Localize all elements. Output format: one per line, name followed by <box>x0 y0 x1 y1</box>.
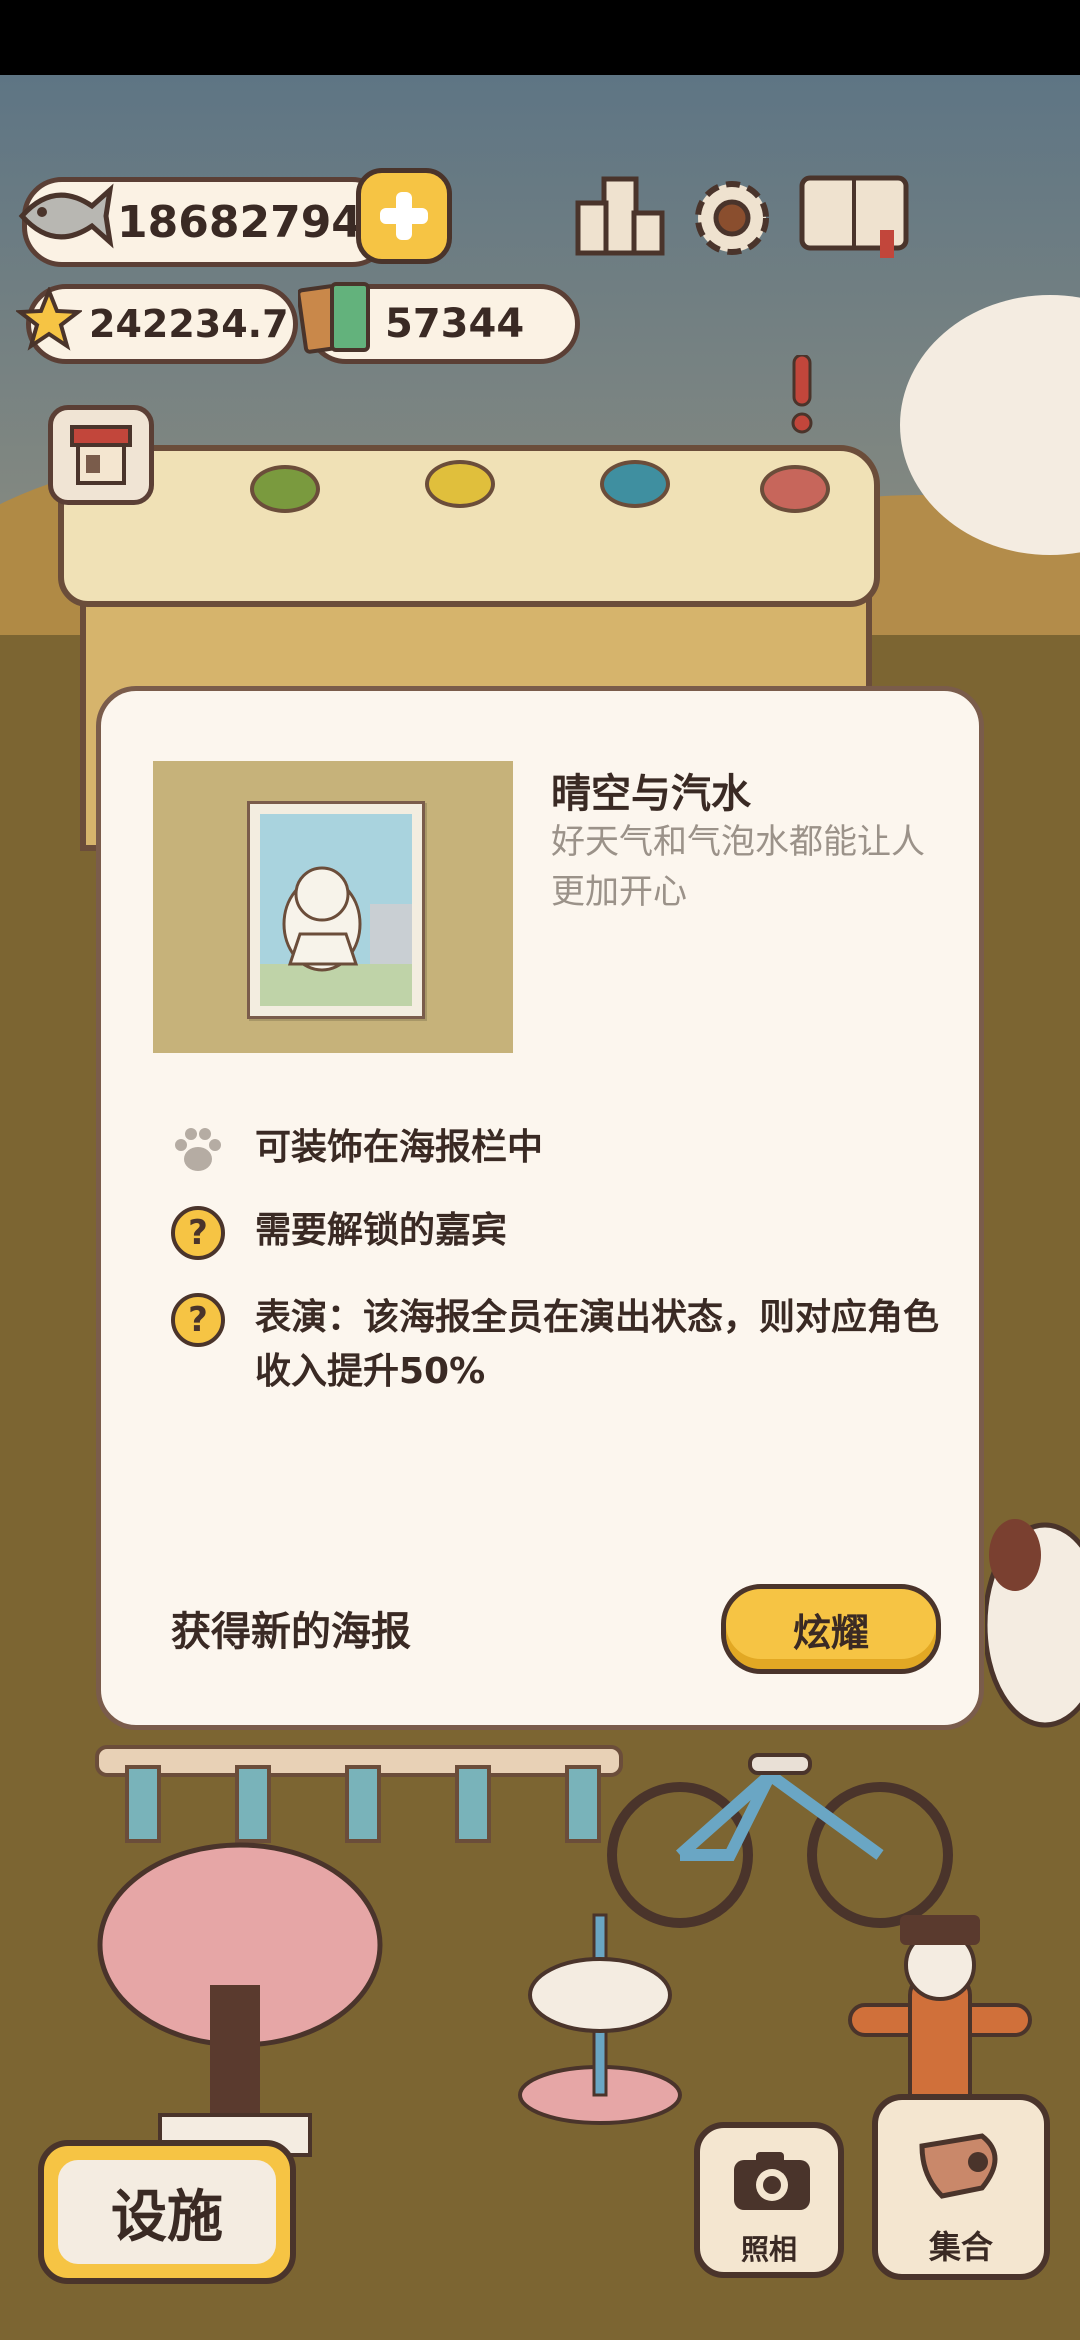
feature-row: ? 表演：该海报全员在演出状态，则对应角色收入提升50% <box>169 1291 949 1399</box>
ranking-icon[interactable] <box>574 172 666 258</box>
fish-icon <box>14 168 114 264</box>
new-poster-label: 获得新的海报 <box>171 1609 411 1655</box>
facility-button[interactable]: 设施 <box>38 2140 296 2284</box>
shop-icon[interactable] <box>48 405 154 505</box>
feature-row: ? 需要解锁的嘉宾 <box>169 1204 507 1262</box>
whistle-icon <box>912 2126 1012 2206</box>
decor-bean <box>250 465 320 513</box>
feature-text: 可装饰在海报栏中 <box>255 1127 544 1168</box>
carousel-horse <box>518 1913 682 2125</box>
question-icon: ? <box>171 1293 225 1347</box>
star-count: 242234.7 <box>89 302 289 346</box>
photo-button[interactable]: 照相 <box>694 2122 844 2278</box>
camera-icon <box>730 2148 814 2214</box>
photo-label: 照相 <box>740 2233 797 2266</box>
decor-bean <box>425 460 495 508</box>
gather-button[interactable]: 集合 <box>872 2094 1050 2280</box>
paw-icon <box>169 1121 227 1179</box>
poster-description: 好天气和气泡水都能让人更加开心 <box>551 822 925 912</box>
plus-icon[interactable] <box>356 168 452 264</box>
poster-thumbnail <box>153 761 513 1053</box>
star-icon <box>14 284 84 354</box>
feature-text: 需要解锁的嘉宾 <box>255 1210 508 1251</box>
question-icon: ? <box>171 1206 225 1260</box>
status-bar <box>0 0 1080 75</box>
guidebook-icon[interactable] <box>796 170 912 262</box>
poster-image <box>247 801 425 1019</box>
decor-bean <box>760 465 830 513</box>
fish-count: 18682794 <box>117 196 362 248</box>
decor-bean <box>600 460 670 508</box>
sakura-tree <box>97 1842 383 2157</box>
ticket-icon <box>296 276 376 362</box>
alert-icon[interactable] <box>788 353 813 435</box>
poster-dialog: 晴空与汽水 好天气和气泡水都能让人更加开心 可装饰在海报栏中 ? 需要解锁的嘉宾… <box>96 686 984 1730</box>
dog <box>985 1519 1080 1728</box>
fence <box>95 1725 623 1845</box>
show-off-button[interactable]: 炫耀 <box>721 1584 941 1674</box>
gather-label: 集合 <box>928 2228 993 2266</box>
facility-label: 设施 <box>58 2160 276 2264</box>
gear-icon[interactable] <box>686 172 778 264</box>
ticket-count: 57344 <box>385 301 525 347</box>
bicycle <box>607 1753 953 1928</box>
feature-row: 可装饰在海报栏中 <box>169 1121 543 1179</box>
feature-text: 表演：该海报全员在演出状态，则对应角色收入提升50% <box>255 1297 940 1392</box>
poster-title: 晴空与汽水 <box>551 771 751 817</box>
